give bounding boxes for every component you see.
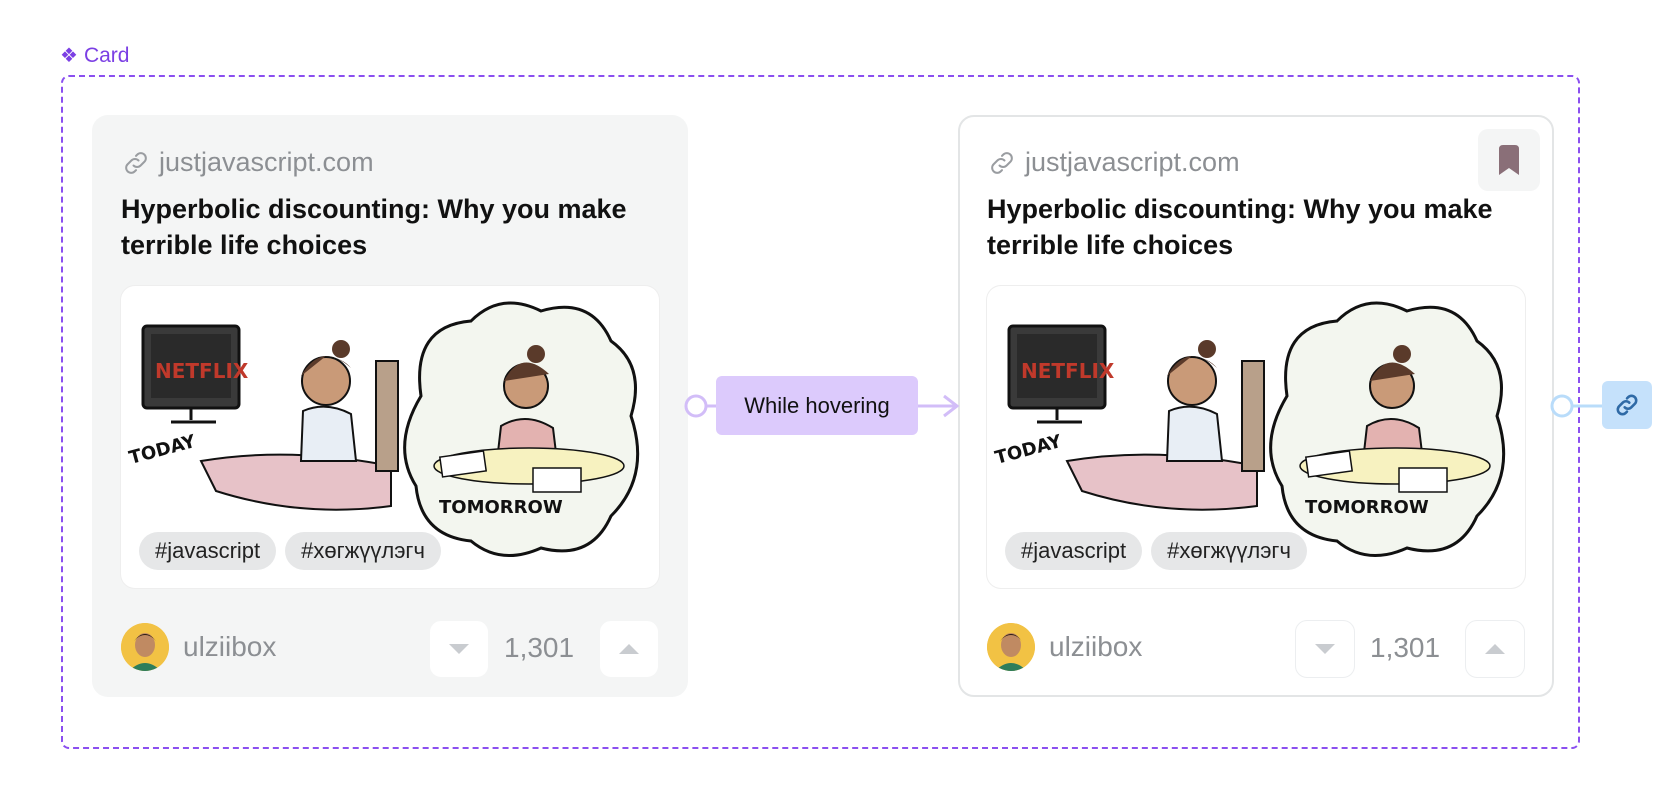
interaction-trigger-label[interactable]: While hovering bbox=[716, 376, 918, 435]
link-action-button[interactable] bbox=[1602, 381, 1652, 429]
link-icon bbox=[1616, 394, 1638, 416]
